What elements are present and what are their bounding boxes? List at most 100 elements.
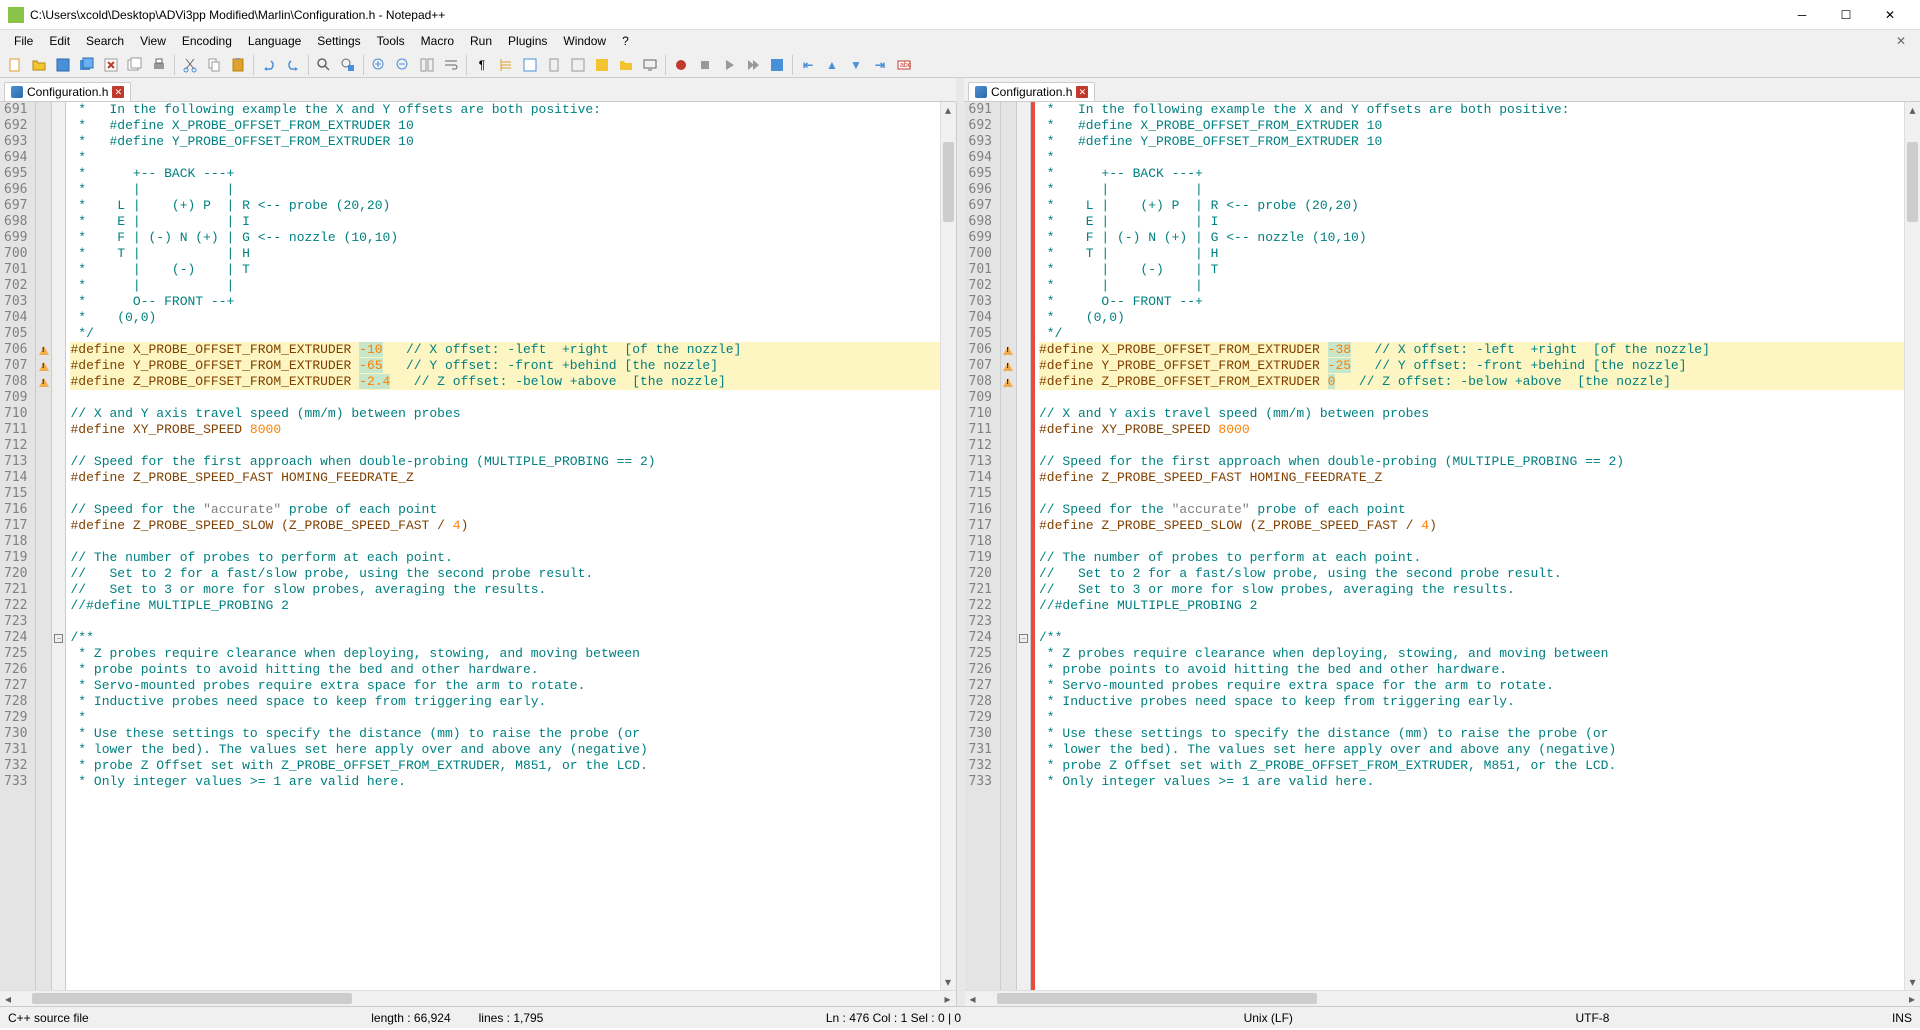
fold-column: − — [1017, 102, 1031, 990]
wrap-button[interactable] — [440, 54, 462, 76]
menu-tools[interactable]: Tools — [369, 32, 413, 50]
menu-macro[interactable]: Macro — [413, 32, 462, 50]
menu-search[interactable]: Search — [78, 32, 132, 50]
menubar: FileEditSearchViewEncodingLanguageSettin… — [0, 30, 1920, 52]
code-area[interactable]: * In the following example the X and Y o… — [66, 102, 939, 990]
code-area[interactable]: * In the following example the X and Y o… — [1035, 102, 1904, 990]
status-lines: lines : 1,795 — [479, 1011, 544, 1025]
line-gutter: 6916926936946956966976986997007017027037… — [965, 102, 1001, 990]
replace-button[interactable] — [337, 54, 359, 76]
h-file-icon — [975, 86, 987, 98]
find-button[interactable] — [313, 54, 335, 76]
save-macro-button[interactable] — [766, 54, 788, 76]
warning-icon — [1003, 378, 1013, 387]
status-eol: Unix (LF) — [1244, 1011, 1293, 1025]
menu-settings[interactable]: Settings — [309, 32, 368, 50]
right-tab[interactable]: Configuration.h ✕ — [968, 82, 1095, 101]
fold-toggle[interactable]: − — [1019, 634, 1028, 643]
doc-list-button[interactable] — [567, 54, 589, 76]
play-macro-button[interactable] — [718, 54, 740, 76]
new-file-button[interactable] — [4, 54, 26, 76]
window-title: C:\Users\xcold\Desktop\ADVi3pp Modified\… — [30, 8, 1780, 22]
left-tab[interactable]: Configuration.h ✕ — [4, 82, 131, 101]
doc-map-button[interactable] — [543, 54, 565, 76]
copy-button[interactable] — [203, 54, 225, 76]
horizontal-scrollbar[interactable]: ◂▸ — [965, 990, 1920, 1006]
tab-close-icon[interactable]: ✕ — [112, 86, 124, 98]
menu-run[interactable]: Run — [462, 32, 500, 50]
marker-column — [1001, 102, 1017, 990]
play-multi-macro-button[interactable] — [742, 54, 764, 76]
compare-toggle-button[interactable]: abc — [893, 54, 915, 76]
record-macro-button[interactable] — [670, 54, 692, 76]
compare-first-button[interactable]: ⇤ — [797, 54, 819, 76]
save-button[interactable] — [52, 54, 74, 76]
warning-icon — [39, 346, 49, 355]
stop-macro-button[interactable] — [694, 54, 716, 76]
warning-icon — [1003, 346, 1013, 355]
fold-column: − — [52, 102, 66, 990]
left-tabstrip: Configuration.h ✕ — [0, 78, 956, 102]
compare-prev-button[interactable]: ▲ — [821, 54, 843, 76]
paste-button[interactable] — [227, 54, 249, 76]
menu-?[interactable]: ? — [614, 32, 637, 50]
open-file-button[interactable] — [28, 54, 50, 76]
statusbar: C++ source file length : 66,924 lines : … — [0, 1006, 1920, 1028]
marker-column — [36, 102, 52, 990]
zoom-in-button[interactable] — [368, 54, 390, 76]
left-pane: 6916926936946956966976986997007017027037… — [0, 102, 957, 1006]
vertical-scrollbar[interactable]: ▴▾ — [940, 102, 956, 990]
compare-next-button[interactable]: ▼ — [845, 54, 867, 76]
maximize-button[interactable]: ☐ — [1824, 0, 1868, 30]
right-tab-label: Configuration.h — [991, 85, 1072, 99]
warning-icon — [39, 378, 49, 387]
cut-button[interactable] — [179, 54, 201, 76]
menu-view[interactable]: View — [132, 32, 174, 50]
menu-edit[interactable]: Edit — [41, 32, 78, 50]
redo-button[interactable] — [282, 54, 304, 76]
show-all-chars-button[interactable]: ¶ — [471, 54, 493, 76]
function-list-button[interactable] — [591, 54, 613, 76]
minimize-button[interactable]: ─ — [1780, 0, 1824, 30]
compare-last-button[interactable]: ⇥ — [869, 54, 891, 76]
menu-close-icon[interactable]: ✕ — [1888, 34, 1914, 48]
status-lang: C++ source file — [8, 1011, 89, 1025]
status-pos: Ln : 476 Col : 1 Sel : 0 | 0 — [826, 1011, 961, 1025]
right-editor[interactable]: 6916926936946956966976986997007017027037… — [965, 102, 1920, 990]
h-file-icon — [11, 86, 23, 98]
print-button[interactable] — [148, 54, 170, 76]
warning-icon — [39, 362, 49, 371]
status-enc: UTF-8 — [1575, 1011, 1609, 1025]
svg-text:abc: abc — [900, 62, 912, 69]
indent-guide-button[interactable] — [495, 54, 517, 76]
monitor-button[interactable] — [639, 54, 661, 76]
zoom-out-button[interactable] — [392, 54, 414, 76]
close-button[interactable]: ✕ — [1868, 0, 1912, 30]
left-editor[interactable]: 6916926936946956966976986997007017027037… — [0, 102, 956, 990]
fold-toggle[interactable]: − — [54, 634, 63, 643]
menu-language[interactable]: Language — [240, 32, 309, 50]
menu-window[interactable]: Window — [555, 32, 614, 50]
tab-close-icon[interactable]: ✕ — [1076, 86, 1088, 98]
sync-scroll-button[interactable] — [416, 54, 438, 76]
app-icon — [8, 7, 24, 23]
menu-plugins[interactable]: Plugins — [500, 32, 555, 50]
undo-button[interactable] — [258, 54, 280, 76]
save-all-button[interactable] — [76, 54, 98, 76]
status-length: length : 66,924 — [371, 1011, 450, 1025]
horizontal-scrollbar[interactable]: ◂▸ — [0, 990, 956, 1006]
line-gutter: 6916926936946956966976986997007017027037… — [0, 102, 36, 990]
close-file-button[interactable] — [100, 54, 122, 76]
menu-file[interactable]: File — [6, 32, 41, 50]
right-tabstrip: Configuration.h ✕ — [964, 78, 1920, 102]
left-tab-label: Configuration.h — [27, 85, 108, 99]
right-pane: 6916926936946956966976986997007017027037… — [965, 102, 1920, 1006]
titlebar: C:\Users\xcold\Desktop\ADVi3pp Modified\… — [0, 0, 1920, 30]
menu-encoding[interactable]: Encoding — [174, 32, 240, 50]
user-lang-button[interactable] — [519, 54, 541, 76]
close-all-button[interactable] — [124, 54, 146, 76]
vertical-scrollbar[interactable]: ▴▾ — [1904, 102, 1920, 990]
pane-splitter[interactable] — [957, 102, 965, 1006]
folder-workspace-button[interactable] — [615, 54, 637, 76]
status-mode: INS — [1892, 1011, 1912, 1025]
